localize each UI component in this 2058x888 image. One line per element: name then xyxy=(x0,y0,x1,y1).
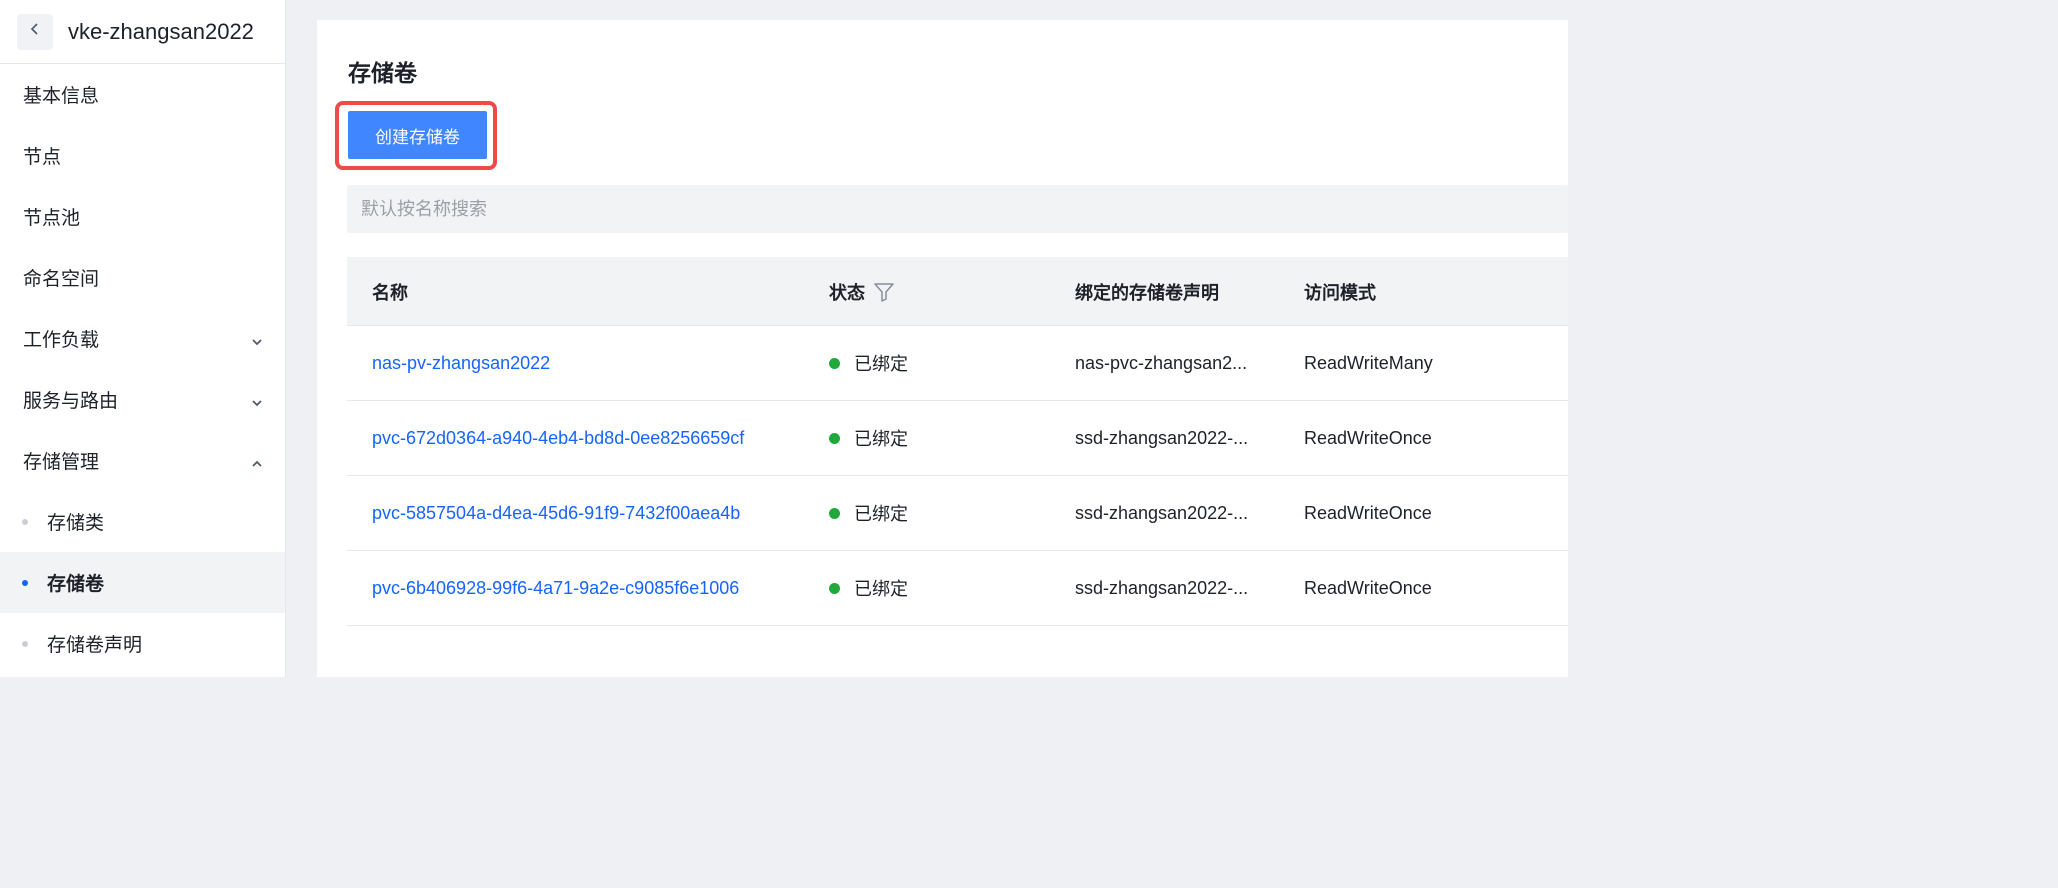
claim-cell: ssd-zhangsan2022-... xyxy=(1075,577,1249,598)
sidebar-item-node-pools[interactable]: 节点池 xyxy=(0,186,285,247)
table-row: pvc-5857504a-d4ea-45d6-91f9-7432f00aea4b… xyxy=(347,476,1568,551)
filter-icon[interactable] xyxy=(873,281,895,303)
volume-table: 名称 状态 绑定的存储卷声明 访问模式 nas-pv-zhangsan2022 xyxy=(347,257,1568,626)
status-cell: 已绑定 xyxy=(829,476,908,550)
bullet-dot xyxy=(22,519,28,525)
sidebar-item-basic-info[interactable]: 基本信息 xyxy=(0,64,285,125)
sidebar-item-namespaces[interactable]: 命名空间 xyxy=(0,247,285,308)
claim-cell: ssd-zhangsan2022-... xyxy=(1075,427,1249,448)
sidebar-item-label: 基本信息 xyxy=(23,86,100,107)
sidebar-item-workloads[interactable]: 工作负载 xyxy=(0,308,285,369)
status-text: 已绑定 xyxy=(854,504,908,524)
status-cell: 已绑定 xyxy=(829,401,908,475)
status-text: 已绑定 xyxy=(854,579,908,599)
sidebar-item-label: 存储卷声明 xyxy=(47,635,143,656)
chevron-up-icon xyxy=(251,454,263,476)
column-header-status: 状态 xyxy=(829,257,895,326)
claim-cell: ssd-zhangsan2022-... xyxy=(1075,502,1249,523)
sidebar: vke-zhangsan2022 基本信息 节点 节点池 命名空间 工作负载 服… xyxy=(0,0,286,677)
sidebar-item-label: 命名空间 xyxy=(23,269,100,290)
status-text: 已绑定 xyxy=(854,429,908,449)
sidebar-item-label: 服务与路由 xyxy=(23,391,119,412)
status-dot-icon xyxy=(829,582,840,594)
access-mode-cell: ReadWriteMany xyxy=(1304,352,1433,373)
volume-name-link[interactable]: pvc-6b406928-99f6-4a71-9a2e-c9085f6e1006 xyxy=(372,551,739,625)
access-mode-cell: ReadWriteOnce xyxy=(1304,577,1432,598)
volume-name-link[interactable]: nas-pv-zhangsan2022 xyxy=(372,326,550,400)
status-text: 已绑定 xyxy=(854,354,908,374)
sidebar-item-label: 存储类 xyxy=(47,513,105,534)
sidebar-item-nodes[interactable]: 节点 xyxy=(0,125,285,186)
sidebar-item-label: 存储卷 xyxy=(47,574,105,595)
chevron-down-icon xyxy=(251,393,263,415)
main-panel: 存储卷 创建存储卷 名称 状态 绑定的存储卷声明 访问模式 nas xyxy=(317,20,1568,677)
table-header: 名称 状态 绑定的存储卷声明 访问模式 xyxy=(347,257,1568,326)
chevron-left-icon xyxy=(29,21,41,42)
sidebar-subitem-storage-class[interactable]: 存储类 xyxy=(0,491,285,552)
cluster-name: vke-zhangsan2022 xyxy=(68,18,254,44)
sidebar-item-label: 存储管理 xyxy=(23,452,100,473)
search-input[interactable] xyxy=(347,185,1568,233)
chevron-down-icon xyxy=(251,332,263,354)
claim-cell: nas-pvc-zhangsan2... xyxy=(1075,352,1248,373)
access-mode-cell: ReadWriteOnce xyxy=(1304,427,1432,448)
column-header-claim: 绑定的存储卷声明 xyxy=(1075,282,1219,303)
column-header-name: 名称 xyxy=(372,282,408,303)
sidebar-subitem-persistent-volume[interactable]: 存储卷 xyxy=(0,552,285,613)
table-row: pvc-6b406928-99f6-4a71-9a2e-c9085f6e1006… xyxy=(347,551,1568,626)
column-header-label: 状态 xyxy=(829,282,865,303)
volume-name-link[interactable]: pvc-672d0364-a940-4eb4-bd8d-0ee8256659cf xyxy=(372,401,744,475)
status-cell: 已绑定 xyxy=(829,326,908,400)
status-dot-icon xyxy=(829,432,840,444)
table-row: nas-pv-zhangsan2022 已绑定 nas-pvc-zhangsan… xyxy=(347,326,1568,401)
create-volume-button[interactable]: 创建存储卷 xyxy=(348,111,487,159)
status-cell: 已绑定 xyxy=(829,551,908,625)
bullet-dot xyxy=(22,580,28,586)
status-dot-icon xyxy=(829,357,840,369)
sidebar-item-label: 工作负载 xyxy=(23,330,100,351)
bullet-dot xyxy=(22,641,28,647)
sidebar-subitem-volume-claim[interactable]: 存储卷声明 xyxy=(0,613,285,674)
sidebar-item-storage[interactable]: 存储管理 xyxy=(0,430,285,491)
page-title: 存储卷 xyxy=(348,60,417,86)
sidebar-item-services-routes[interactable]: 服务与路由 xyxy=(0,369,285,430)
sidebar-header: vke-zhangsan2022 xyxy=(0,0,285,64)
volume-name-link[interactable]: pvc-5857504a-d4ea-45d6-91f9-7432f00aea4b xyxy=(372,476,740,550)
sidebar-item-label: 节点池 xyxy=(23,208,81,229)
table-row: pvc-672d0364-a940-4eb4-bd8d-0ee8256659cf… xyxy=(347,401,1568,476)
sidebar-item-label: 节点 xyxy=(23,147,62,168)
column-header-mode: 访问模式 xyxy=(1304,282,1376,303)
status-dot-icon xyxy=(829,507,840,519)
access-mode-cell: ReadWriteOnce xyxy=(1304,502,1432,523)
app: vke-zhangsan2022 基本信息 节点 节点池 命名空间 工作负载 服… xyxy=(0,0,1568,677)
back-button[interactable] xyxy=(17,13,53,50)
